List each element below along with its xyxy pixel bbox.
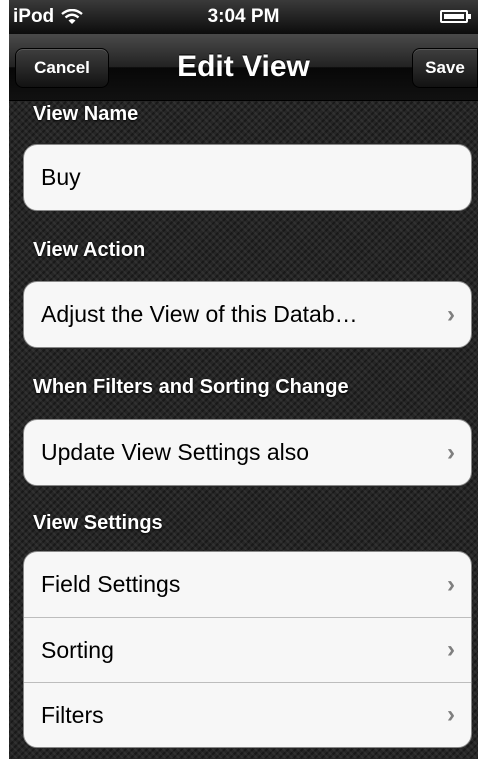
device-screen: iPod 3:04 PM Cancel Edit View Save View … bbox=[9, 0, 478, 759]
view-name-group bbox=[23, 144, 472, 211]
save-button[interactable]: Save bbox=[412, 48, 478, 88]
chevron-right-icon: › bbox=[447, 636, 455, 663]
section-header-view-action: View Action bbox=[33, 239, 146, 261]
view-name-input[interactable] bbox=[41, 145, 471, 210]
clock: 3:04 PM bbox=[207, 6, 280, 27]
form-content: View Name View Action Adjust the View of… bbox=[9, 101, 478, 759]
filters-sorting-row[interactable]: Update View Settings also › bbox=[24, 420, 471, 485]
view-action-group: Adjust the View of this Datab… › bbox=[23, 281, 472, 348]
view-action-value: Adjust the View of this Datab… bbox=[41, 301, 358, 327]
view-action-row[interactable]: Adjust the View of this Datab… › bbox=[24, 282, 471, 347]
view-settings-item-filters[interactable]: Filters › bbox=[24, 682, 471, 747]
list-item-label: Filters bbox=[41, 701, 104, 728]
section-header-view-settings: View Settings bbox=[33, 512, 163, 534]
list-item-label: Field Settings bbox=[41, 571, 181, 597]
battery-icon bbox=[440, 10, 471, 23]
view-settings-item-sorting[interactable]: Sorting › bbox=[24, 617, 471, 682]
page-title: Edit View bbox=[177, 50, 310, 83]
filters-sorting-value: Update View Settings also bbox=[41, 439, 310, 465]
status-bar: iPod 3:04 PM bbox=[9, 0, 478, 34]
chevron-right-icon: › bbox=[447, 300, 455, 328]
view-settings-group: Field Settings › Sorting › Filters › bbox=[23, 551, 472, 748]
chevron-right-icon: › bbox=[447, 570, 455, 598]
section-header-filters-sorting: When Filters and Sorting Change bbox=[33, 376, 349, 398]
chevron-right-icon: › bbox=[447, 701, 455, 728]
section-header-view-name: View Name bbox=[33, 103, 139, 125]
list-item-label: Sorting bbox=[41, 636, 114, 663]
filters-sorting-group: Update View Settings also › bbox=[23, 419, 472, 486]
navigation-bar: Cancel Edit View Save bbox=[9, 34, 478, 101]
chevron-right-icon: › bbox=[447, 438, 455, 466]
view-name-row[interactable] bbox=[24, 145, 471, 210]
view-settings-item-field-settings[interactable]: Field Settings › bbox=[24, 552, 471, 617]
